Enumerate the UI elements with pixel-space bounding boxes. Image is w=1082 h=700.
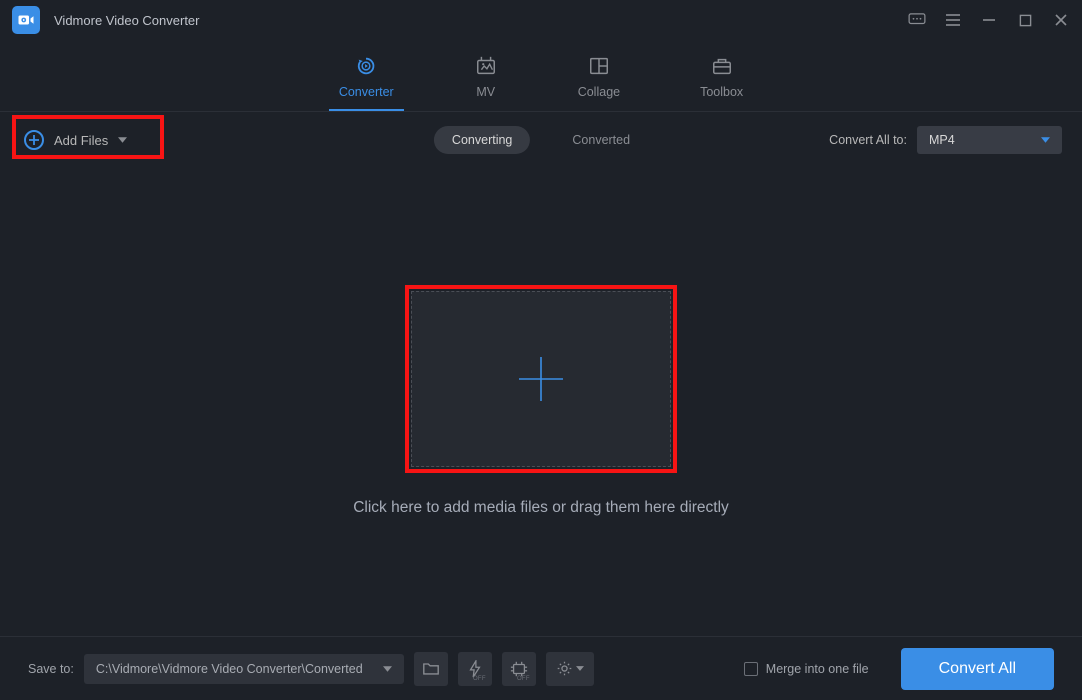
- folder-icon: [422, 661, 440, 676]
- merge-label: Merge into one file: [766, 662, 869, 676]
- toolbar: Add Files Converting Converted Convert A…: [0, 112, 1082, 168]
- off-label: OFF: [473, 676, 486, 682]
- menu-icon[interactable]: [944, 11, 962, 29]
- save-path-select[interactable]: C:\Vidmore\Vidmore Video Converter\Conve…: [84, 654, 404, 684]
- toolbox-icon: [710, 55, 734, 77]
- output-format-value: MP4: [929, 133, 955, 147]
- camera-play-icon: [17, 11, 35, 29]
- chevron-down-icon: [1041, 137, 1050, 143]
- minimize-button[interactable]: [980, 11, 998, 29]
- collage-icon: [587, 55, 611, 77]
- tab-toolbox-label: Toolbox: [700, 85, 743, 99]
- mv-icon: [474, 55, 498, 77]
- file-dropzone[interactable]: [411, 291, 671, 467]
- chevron-down-icon: [383, 666, 392, 672]
- footer: Save to: C:\Vidmore\Vidmore Video Conver…: [0, 636, 1082, 700]
- tab-converter[interactable]: Converter: [339, 55, 394, 111]
- tab-mv[interactable]: MV: [474, 55, 498, 111]
- checkbox-icon: [744, 662, 758, 676]
- open-folder-button[interactable]: [414, 652, 448, 686]
- gpu-accel-button[interactable]: OFF: [458, 652, 492, 686]
- plus-circle-icon: [24, 130, 44, 150]
- add-files-label: Add Files: [54, 133, 108, 148]
- main-tabs: Converter MV Collage Toolbox: [0, 40, 1082, 112]
- save-to-label: Save to:: [28, 662, 74, 676]
- maximize-button[interactable]: [1016, 11, 1034, 29]
- save-path-value: C:\Vidmore\Vidmore Video Converter\Conve…: [96, 662, 363, 676]
- converter-icon: [354, 55, 378, 77]
- tab-mv-label: MV: [476, 85, 495, 99]
- gear-icon: [556, 660, 573, 677]
- titlebar: Vidmore Video Converter: [0, 0, 1082, 40]
- close-button[interactable]: [1052, 11, 1070, 29]
- window-controls: [908, 11, 1070, 29]
- main-content: Click here to add media files or drag th…: [0, 168, 1082, 634]
- output-format-select[interactable]: MP4: [917, 126, 1062, 154]
- converted-tab[interactable]: Converted: [554, 126, 648, 154]
- convert-all-button[interactable]: Convert All: [901, 648, 1054, 690]
- off-label: OFF: [517, 676, 530, 682]
- chevron-down-icon: [118, 137, 127, 143]
- dropzone-instruction: Click here to add media files or drag th…: [353, 499, 729, 517]
- high-speed-button[interactable]: OFF: [502, 652, 536, 686]
- tab-converter-label: Converter: [339, 85, 394, 99]
- tab-collage-label: Collage: [578, 85, 620, 99]
- settings-button[interactable]: [546, 652, 594, 686]
- convert-all-to-label: Convert All to:: [829, 133, 907, 147]
- app-logo: [12, 6, 40, 34]
- plus-icon: [515, 353, 567, 405]
- tab-collage[interactable]: Collage: [578, 55, 620, 111]
- chevron-down-icon: [576, 666, 584, 671]
- app-title: Vidmore Video Converter: [54, 13, 200, 28]
- tab-toolbox[interactable]: Toolbox: [700, 55, 743, 111]
- converting-tab[interactable]: Converting: [434, 126, 530, 154]
- feedback-icon[interactable]: [908, 11, 926, 29]
- add-files-button[interactable]: Add Files: [20, 125, 131, 155]
- merge-checkbox[interactable]: Merge into one file: [744, 662, 869, 676]
